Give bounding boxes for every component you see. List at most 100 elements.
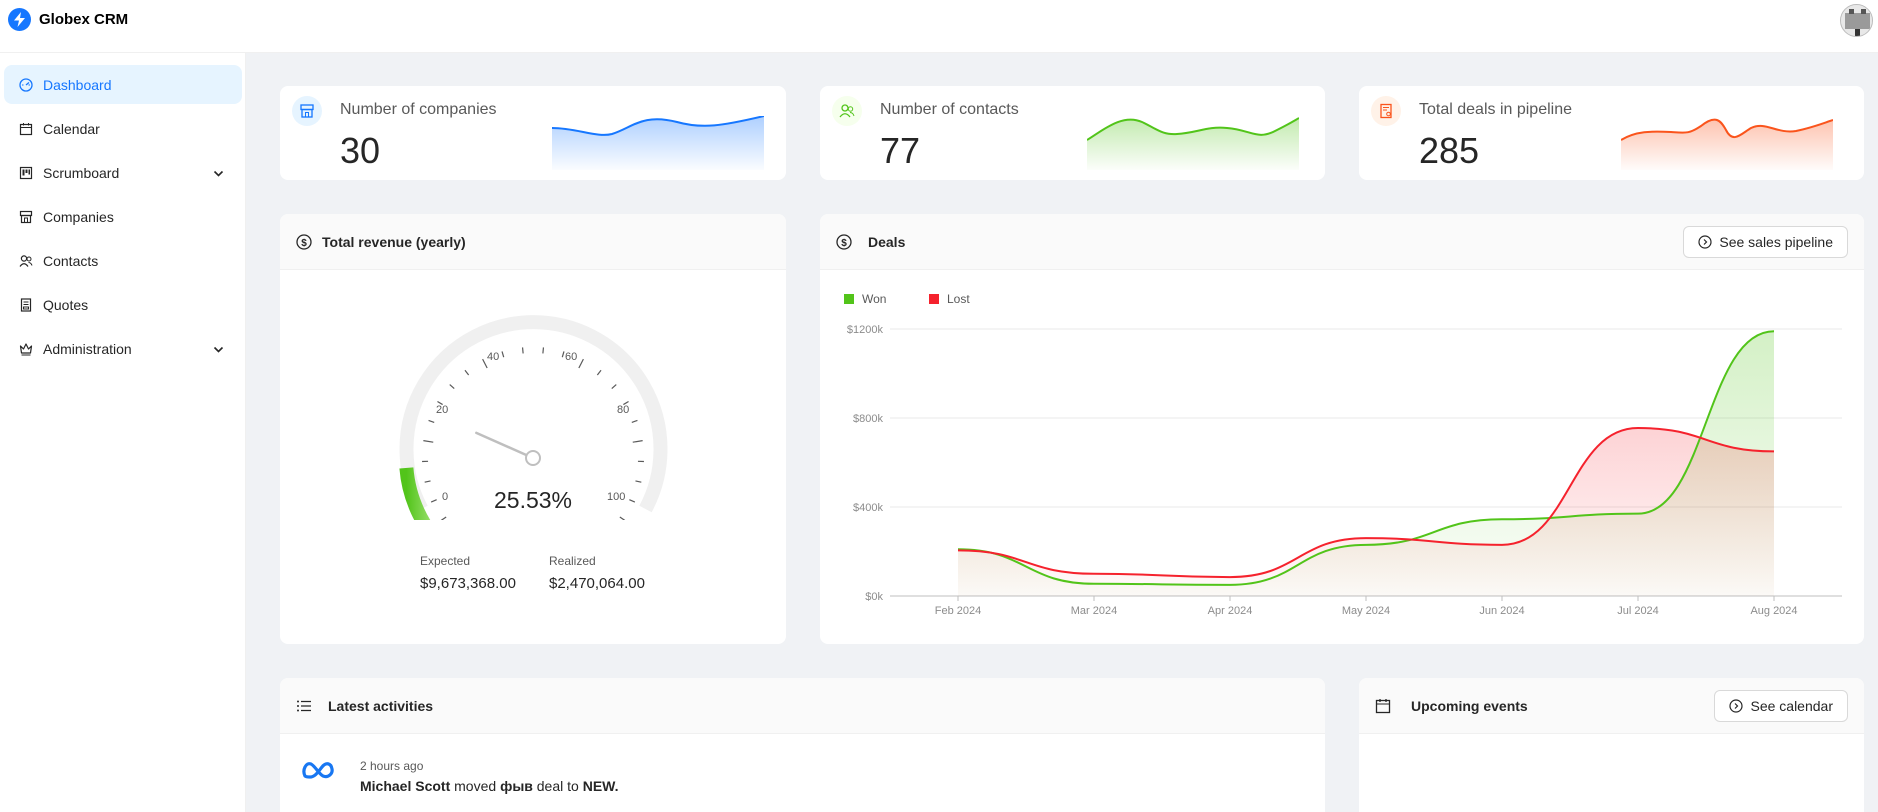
activity-user[interactable]: Michael Scott	[360, 778, 450, 794]
gauge-tick-mark	[501, 351, 505, 358]
events-card-header: Upcoming events See calendar	[1359, 678, 1864, 734]
sidebar-item-label: Administration	[43, 340, 132, 357]
stat-label: Total deals in pipeline	[1419, 101, 1572, 118]
y-tick-label: $0k	[865, 591, 883, 603]
project-icon	[19, 166, 33, 180]
gauge-tick-mark	[428, 419, 435, 423]
top-bar: Globex CRM	[0, 0, 1878, 53]
dollar-circle-icon: $	[296, 233, 312, 250]
gauge-tick-mark	[449, 384, 455, 390]
list-item[interactable]: 2 hours ago Michael Scott moved фыв deal…	[280, 734, 1325, 812]
user-avatar[interactable]	[1840, 4, 1873, 37]
revenue-card-header: $ Total revenue (yearly)	[280, 214, 786, 270]
gauge-needle	[475, 431, 535, 460]
stat-label: Number of companies	[340, 101, 497, 118]
sidebar-item-dashboard[interactable]: Dashboard	[4, 65, 242, 104]
container-icon	[19, 297, 33, 312]
activity-time: 2 hours ago	[360, 759, 424, 773]
activity-text: Michael Scott moved фыв deal to NEW.	[360, 778, 618, 794]
deals-card: $ Deals See sales pipeline Won Lost $0k $…	[820, 214, 1864, 644]
gauge-tick-mark	[611, 384, 617, 390]
latest-activities-card: Latest activities 2 hours ago Michael Sc…	[280, 678, 1325, 812]
gauge-tick-mark	[542, 347, 545, 354]
right-circle-icon	[1729, 699, 1744, 713]
see-calendar-button[interactable]: See calendar	[1714, 690, 1848, 722]
sidebar-item-administration[interactable]: Administration	[4, 329, 242, 368]
shop-icon	[292, 96, 322, 126]
gauge-tick-60: 60	[565, 351, 577, 363]
realized-value: $2,470,064.00	[549, 575, 645, 592]
y-tick-label: $400k	[853, 502, 883, 514]
gauge-tick-mark	[440, 516, 447, 520]
deals-sparkline	[1621, 118, 1833, 170]
deals-chart: $0k $400k $800k $1200k Feb 2024 Mar 2024 Apr 2…	[847, 324, 1842, 617]
sidebar-item-calendar[interactable]: Calendar	[4, 109, 242, 148]
realized-label: Realized	[549, 554, 596, 568]
gauge-tick-80: 80	[617, 404, 629, 416]
gauge-tick-mark	[424, 480, 431, 483]
stat-card-contacts: Number of contacts 77	[820, 86, 1325, 180]
expected-label: Expected	[420, 554, 471, 568]
gauge-tick-mark	[423, 440, 434, 443]
gauge-tick-0: 0	[442, 491, 448, 503]
sidebar-item-scrumboard[interactable]: Scrumboard	[4, 153, 242, 192]
gauge-tick-40: 40	[487, 351, 499, 363]
gauge-tick-100: 100	[607, 491, 625, 503]
stat-card-deals: Total deals in pipeline 285	[1359, 86, 1864, 180]
activities-card-header: Latest activities	[280, 678, 1325, 734]
activity-mid: deal to	[536, 778, 579, 794]
revenue-title: Total revenue (yearly)	[322, 233, 466, 250]
stat-value: 77	[880, 130, 921, 171]
stat-label: Number of contacts	[880, 101, 1019, 118]
gauge-tick-mark	[635, 480, 642, 483]
x-tick-label: Feb 2024	[935, 605, 981, 617]
sidebar-item-contacts[interactable]: Contacts	[4, 241, 242, 280]
gauge-pivot	[525, 450, 541, 466]
expected-value: $9,673,368.00	[420, 575, 516, 592]
activity-stage: NEW.	[582, 778, 619, 794]
audit-icon	[1371, 96, 1401, 126]
gauge-percent: 25.53%	[494, 487, 572, 513]
button-label: See calendar	[1750, 698, 1833, 714]
sidebar: Dashboard Calendar Scrumboard Companies …	[0, 53, 246, 812]
chevron-down-icon[interactable]	[213, 342, 224, 358]
stat-value: 285	[1419, 130, 1480, 171]
lightning-logo-icon	[8, 8, 31, 31]
upcoming-events-card: Upcoming events See calendar	[1359, 678, 1864, 812]
stat-value: 30	[340, 130, 381, 171]
activity-deal[interactable]: фыв	[500, 778, 533, 794]
sidebar-item-label: Scrumboard	[43, 164, 120, 181]
gauge-progress-arc	[399, 467, 431, 520]
x-tick-label: Mar 2024	[1071, 605, 1117, 617]
svg-text:$: $	[301, 237, 307, 248]
gauge-tick-mark	[578, 358, 584, 369]
x-tick-label: Apr 2024	[1208, 605, 1253, 617]
contacts-sparkline	[1087, 117, 1299, 170]
gauge-tick-mark	[521, 347, 524, 354]
revenue-card: $ Total revenue (yearly) 0 20 40 60 80 1…	[280, 214, 786, 644]
calendar-icon	[19, 122, 33, 136]
unordered-list-icon	[296, 698, 312, 714]
sidebar-item-companies[interactable]: Companies	[4, 197, 242, 236]
sidebar-item-label: Quotes	[43, 296, 89, 313]
gauge-tick-mark	[464, 369, 470, 376]
dashboard-icon	[19, 77, 33, 92]
gauge-tick-mark	[619, 516, 626, 520]
gauge-tick-mark	[561, 351, 565, 358]
chevron-down-icon[interactable]	[213, 166, 224, 182]
sidebar-item-label: Dashboard	[43, 76, 112, 93]
gauge-tick-mark	[596, 369, 602, 376]
gauge-tick-20: 20	[436, 404, 448, 416]
brand[interactable]: Globex CRM	[8, 8, 128, 31]
sidebar-item-label: Calendar	[43, 120, 100, 137]
shop-icon	[19, 210, 33, 224]
x-tick-label: Jul 2024	[1617, 605, 1659, 617]
sidebar-item-quotes[interactable]: Quotes	[4, 285, 242, 324]
companies-sparkline	[552, 116, 764, 170]
gauge-tick-mark	[631, 419, 638, 423]
sidebar-item-label: Companies	[43, 208, 114, 225]
revenue-gauge: 0 20 40 60 80 100 25.53%	[399, 315, 668, 520]
meta-logo-icon	[302, 760, 336, 785]
x-tick-label: Jun 2024	[1479, 605, 1524, 617]
sidebar-item-label: Contacts	[43, 252, 99, 269]
